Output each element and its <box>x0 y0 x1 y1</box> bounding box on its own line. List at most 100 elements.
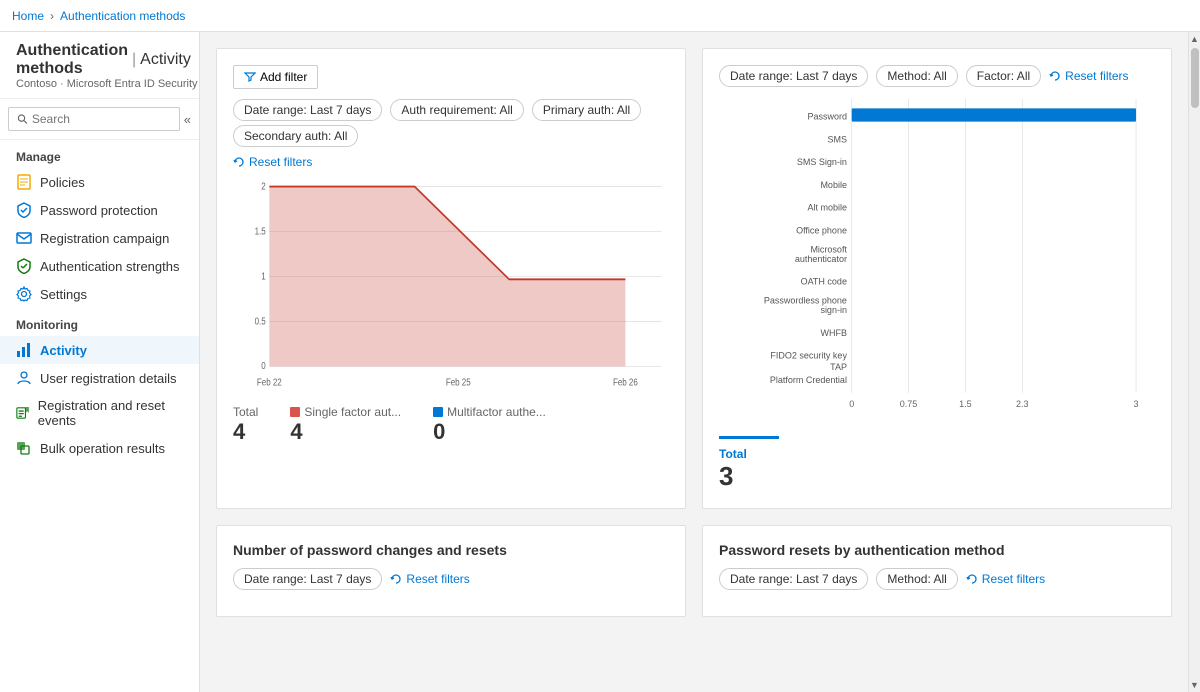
password-resets-method-card: Password resets by authentication method… <box>702 525 1172 617</box>
svg-text:FIDO2 security key: FIDO2 security key <box>770 351 847 361</box>
svg-text:SMS Sign-in: SMS Sign-in <box>797 157 847 167</box>
sidebar-item-password-protection[interactable]: Password protection <box>0 196 199 224</box>
bulk-icon <box>16 440 32 456</box>
bar-filter-method[interactable]: Method: All <box>876 65 957 87</box>
shield-icon <box>16 202 32 218</box>
bar-total-value: 3 <box>719 461 779 492</box>
page-org: Contoso · Microsoft Entra ID Security <box>16 78 200 90</box>
svg-text:1.5: 1.5 <box>959 399 972 409</box>
area-chart-svg: 2 1.5 1 0.5 0 Feb 22 Feb 25 Feb 26 <box>233 177 669 397</box>
svg-text:authenticator: authenticator <box>795 254 847 264</box>
multi-factor-value: 0 <box>433 419 546 445</box>
sidebar-item-registration-reset[interactable]: Registration and reset events <box>0 392 199 434</box>
bar-filter-factor[interactable]: Factor: All <box>966 65 1041 87</box>
pw-resets-date-filter[interactable]: Date range: Last 7 days <box>719 568 868 590</box>
page-subtitle: Activity <box>140 51 191 69</box>
total-label: Total <box>233 405 258 419</box>
password-changes-card: Number of password changes and resets Da… <box>216 525 686 617</box>
svg-text:0: 0 <box>849 399 854 409</box>
manage-section-label: Manage <box>0 140 199 168</box>
pw-resets-reset-label[interactable]: Reset filters <box>982 572 1045 586</box>
policy-icon <box>16 174 32 190</box>
multi-factor-label: Multifactor authe... <box>447 405 546 419</box>
sidebar-item-bulk-op-label: Bulk operation results <box>40 441 165 456</box>
svg-text:1.5: 1.5 <box>255 225 266 236</box>
svg-text:0: 0 <box>261 360 265 371</box>
svg-text:2: 2 <box>261 180 265 191</box>
single-factor-legend <box>290 407 300 417</box>
add-filter-label: Add filter <box>260 70 307 84</box>
sidebar-item-bulk-operation[interactable]: Bulk operation results <box>0 434 199 462</box>
svg-text:Mobile: Mobile <box>820 180 847 190</box>
password-resets-title: Password resets by authentication method <box>719 542 1155 558</box>
svg-text:Alt mobile: Alt mobile <box>807 203 847 213</box>
sidebar-item-user-reg-label: User registration details <box>40 371 177 386</box>
search-icon <box>17 113 28 125</box>
scroll-thumb[interactable] <box>1191 48 1199 108</box>
sidebar-item-settings[interactable]: Settings <box>0 280 199 308</box>
pw-changes-reset-label[interactable]: Reset filters <box>406 572 469 586</box>
svg-text:Passwordless phone: Passwordless phone <box>764 296 847 306</box>
sidebar-item-registration-campaign-label: Registration campaign <box>40 231 169 246</box>
reset-icon-bar <box>1049 70 1061 82</box>
filter-chip-secondary[interactable]: Secondary auth: All <box>233 125 358 147</box>
password-changes-title: Number of password changes and resets <box>233 542 669 558</box>
chart-icon <box>16 342 32 358</box>
bar-reset-label[interactable]: Reset filters <box>1065 69 1128 83</box>
svg-text:0.75: 0.75 <box>900 399 918 409</box>
sidebar-item-activity[interactable]: Activity <box>0 336 199 364</box>
filter-chip-date[interactable]: Date range: Last 7 days <box>233 99 382 121</box>
collapse-icon[interactable]: « <box>184 112 191 127</box>
filter-chip-auth-req[interactable]: Auth requirement: All <box>390 99 523 121</box>
reset-icon-pw <box>390 573 402 585</box>
svg-text:Feb 26: Feb 26 <box>613 377 638 388</box>
reset-icon-pwm <box>966 573 978 585</box>
bar-filter-date[interactable]: Date range: Last 7 days <box>719 65 868 87</box>
breadcrumb-home[interactable]: Home <box>12 9 44 23</box>
svg-text:TAP: TAP <box>830 362 847 372</box>
svg-text:SMS: SMS <box>827 134 847 144</box>
reset-icon <box>16 405 30 421</box>
svg-text:Feb 25: Feb 25 <box>446 377 471 388</box>
scroll-up-arrow[interactable]: ▲ <box>1188 32 1200 46</box>
breadcrumb-sep: › <box>50 9 54 23</box>
sidebar-item-settings-label: Settings <box>40 287 87 302</box>
svg-text:Office phone: Office phone <box>796 225 847 235</box>
monitoring-section-label: Monitoring <box>0 308 199 336</box>
bar-total-label: Total <box>719 447 779 461</box>
breadcrumb-section[interactable]: Authentication methods <box>60 9 185 23</box>
campaign-icon <box>16 230 32 246</box>
pw-changes-date-filter[interactable]: Date range: Last 7 days <box>233 568 382 590</box>
filter-chip-primary[interactable]: Primary auth: All <box>532 99 641 121</box>
user-icon <box>16 370 32 386</box>
page-title: Authentication methods <box>16 42 128 78</box>
sidebar-item-registration-campaign[interactable]: Registration campaign <box>0 224 199 252</box>
gear-icon <box>16 286 32 302</box>
filter-icon <box>244 71 256 83</box>
single-factor-label: Single factor aut... <box>304 405 401 419</box>
add-filter-button[interactable]: Add filter <box>233 65 318 89</box>
svg-text:OATH code: OATH code <box>801 277 847 287</box>
reset-filters-label[interactable]: Reset filters <box>249 155 312 169</box>
pw-resets-method-filter[interactable]: Method: All <box>876 568 957 590</box>
multi-factor-legend <box>433 407 443 417</box>
page-title-sep: | <box>132 51 136 69</box>
sidebar-item-user-registration[interactable]: User registration details <box>0 364 199 392</box>
svg-text:0.5: 0.5 <box>255 315 266 326</box>
reset-icon-small <box>233 156 245 168</box>
svg-text:2.3: 2.3 <box>1016 399 1029 409</box>
sidebar-item-auth-strengths-label: Authentication strengths <box>40 259 179 274</box>
sidebar-item-password-protection-label: Password protection <box>40 203 158 218</box>
sidebar-item-policies[interactable]: Policies <box>0 168 199 196</box>
svg-text:WHFB: WHFB <box>820 328 847 338</box>
svg-text:sign-in: sign-in <box>820 305 847 315</box>
sidebar-item-authentication-strengths[interactable]: Authentication strengths <box>0 252 199 280</box>
search-input[interactable] <box>32 112 171 126</box>
total-value: 4 <box>233 419 258 445</box>
svg-text:Platform Credential: Platform Credential <box>770 375 847 385</box>
sidebar-item-policies-label: Policies <box>40 175 85 190</box>
scroll-down-arrow[interactable]: ▼ <box>1188 678 1200 692</box>
sidebar-item-activity-label: Activity <box>40 343 87 358</box>
svg-text:Microsoft: Microsoft <box>810 244 847 254</box>
single-factor-value: 4 <box>290 419 401 445</box>
